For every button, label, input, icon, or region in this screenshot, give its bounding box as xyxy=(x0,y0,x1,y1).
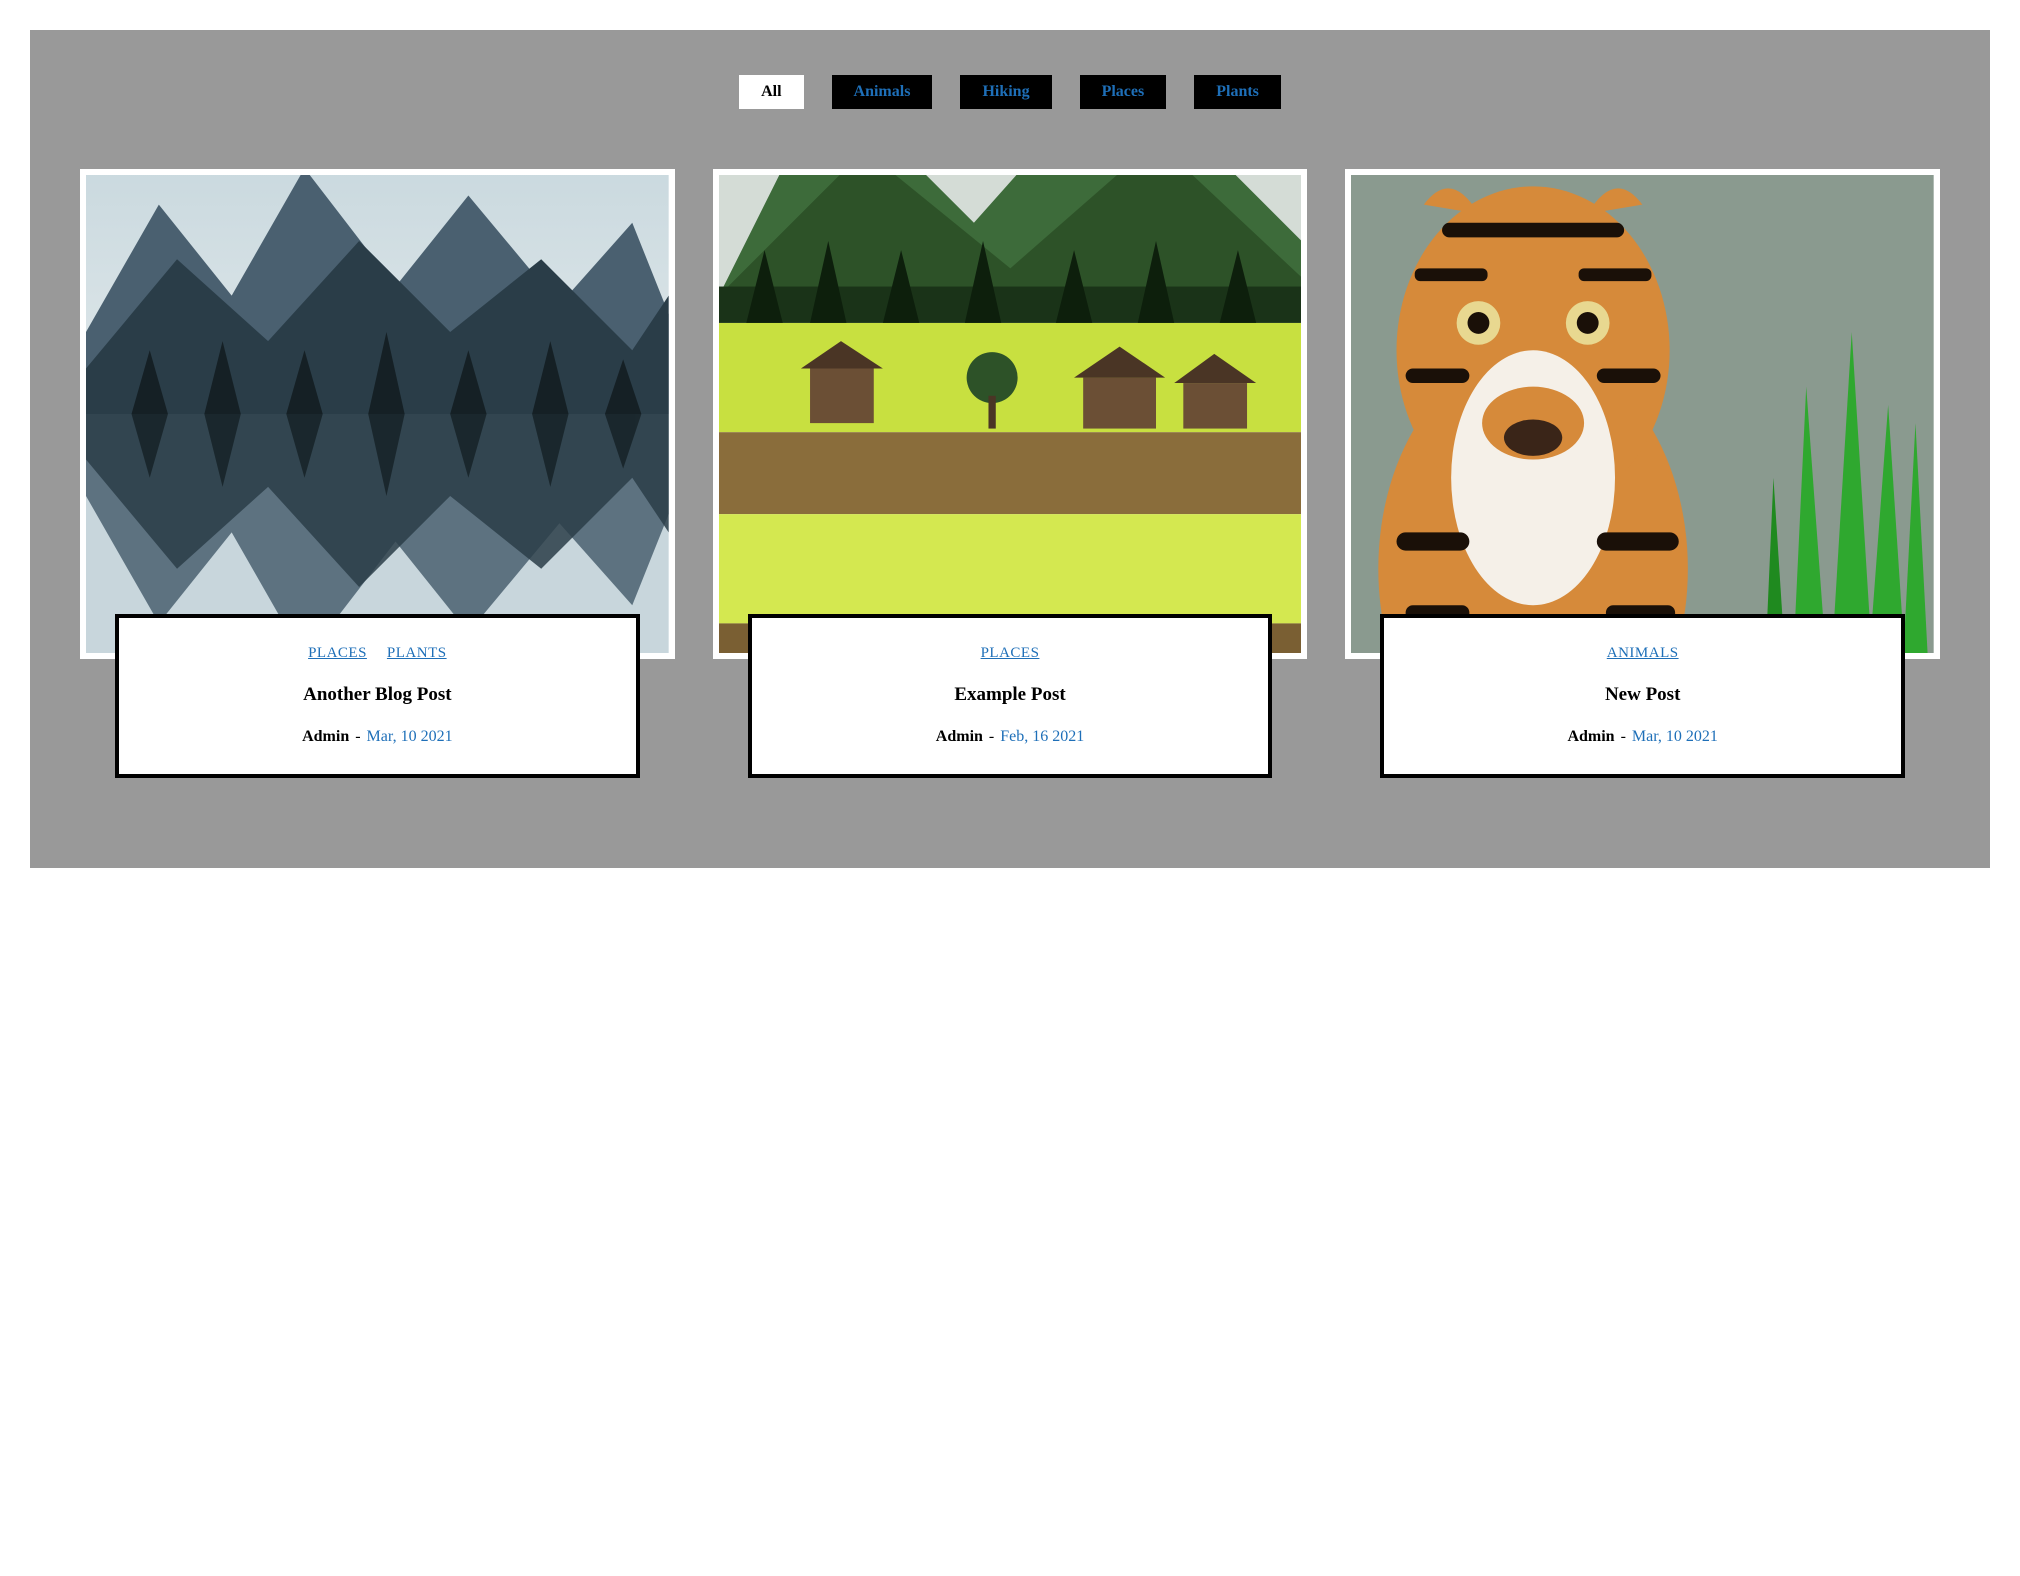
card-date: Mar, 10 2021 xyxy=(1632,728,1718,745)
card-title[interactable]: New Post xyxy=(1404,684,1881,706)
card-date: Feb, 16 2021 xyxy=(1000,728,1084,745)
card-author: Admin xyxy=(936,728,983,745)
cards-grid: PLACES PLANTS Another Blog Post Admin - … xyxy=(80,169,1940,778)
card-separator: - xyxy=(989,728,994,745)
card-separator: - xyxy=(1621,728,1626,745)
card-meta: Admin - Mar, 10 2021 xyxy=(1404,728,1881,746)
card-tags: PLACES PLANTS xyxy=(139,644,616,662)
page-container: All Animals Hiking Places Plants xyxy=(30,30,1990,868)
card-info: PLACES Example Post Admin - Feb, 16 2021 xyxy=(748,614,1273,778)
filter-tab-places[interactable]: Places xyxy=(1080,75,1167,109)
card-tag-link[interactable]: ANIMALS xyxy=(1607,645,1679,661)
card-meta: Admin - Feb, 16 2021 xyxy=(772,728,1249,746)
card-tag-link[interactable]: PLANTS xyxy=(387,645,447,661)
card: ANIMALS New Post Admin - Mar, 10 2021 xyxy=(1345,169,1940,778)
card: PLACES PLANTS Another Blog Post Admin - … xyxy=(80,169,675,778)
card-date: Mar, 10 2021 xyxy=(367,728,453,745)
card-image-tiger[interactable] xyxy=(1351,175,1934,653)
card-info: PLACES PLANTS Another Blog Post Admin - … xyxy=(115,614,640,778)
card-tags: ANIMALS xyxy=(1404,644,1881,662)
card-image-mountains[interactable] xyxy=(86,175,669,653)
card-image-frame xyxy=(713,169,1308,659)
card-image-fields[interactable] xyxy=(719,175,1302,653)
card-image-frame xyxy=(80,169,675,659)
card-meta: Admin - Mar, 10 2021 xyxy=(139,728,616,746)
card-image-frame xyxy=(1345,169,1940,659)
card-separator: - xyxy=(355,728,360,745)
filter-tab-plants[interactable]: Plants xyxy=(1194,75,1281,109)
card: PLACES Example Post Admin - Feb, 16 2021 xyxy=(713,169,1308,778)
card-info: ANIMALS New Post Admin - Mar, 10 2021 xyxy=(1380,614,1905,778)
filter-tabs: All Animals Hiking Places Plants xyxy=(80,75,1940,109)
filter-tab-animals[interactable]: Animals xyxy=(832,75,933,109)
card-title[interactable]: Example Post xyxy=(772,684,1249,706)
card-tag-link[interactable]: PLACES xyxy=(981,645,1040,661)
card-title[interactable]: Another Blog Post xyxy=(139,684,616,706)
card-author: Admin xyxy=(302,728,349,745)
filter-tab-hiking[interactable]: Hiking xyxy=(960,75,1051,109)
card-tags: PLACES xyxy=(772,644,1249,662)
filter-tab-all[interactable]: All xyxy=(739,75,803,109)
card-author: Admin xyxy=(1567,728,1614,745)
card-tag-link[interactable]: PLACES xyxy=(308,645,367,661)
